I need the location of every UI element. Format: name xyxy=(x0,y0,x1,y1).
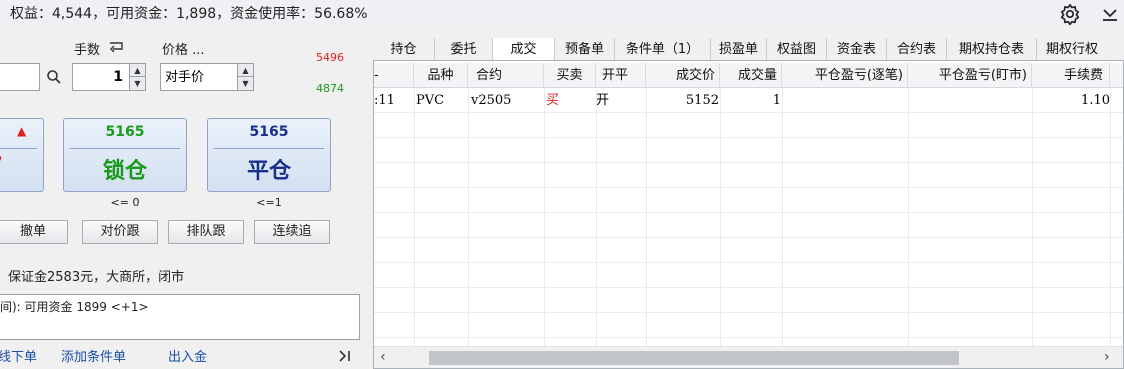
margin-info-text: 保证金2583元，大商所，闭市 xyxy=(8,270,185,285)
tab-conditional-orders[interactable]: 条件单（1） xyxy=(615,38,711,61)
qty-down-arrow-icon[interactable]: ▼ xyxy=(129,77,145,90)
close-price: 5165 xyxy=(249,124,289,140)
tab-equity-chart[interactable]: 权益图 xyxy=(767,38,827,61)
cell-contract: v2505 xyxy=(471,93,512,108)
cell-product: PVC xyxy=(416,93,445,108)
price-value: 对手价 xyxy=(165,70,205,85)
continuous-chase-button[interactable]: 连续追 xyxy=(254,220,330,244)
table-row-empty xyxy=(374,264,1123,288)
limit-down-price: 4874 xyxy=(316,82,344,95)
collapse-icon[interactable] xyxy=(338,350,352,362)
up-triangle-icon: ▲ xyxy=(17,124,27,138)
queue-follow-button[interactable]: 排队跟 xyxy=(168,220,244,244)
tab-positions[interactable]: 持仓 xyxy=(373,38,435,61)
tab-option-exercise[interactable]: 期权行权 xyxy=(1037,38,1107,61)
column-header[interactable]: 成交价 xyxy=(646,63,720,88)
price-select[interactable]: 对手价 ▲ ▼ xyxy=(160,63,254,91)
buy-open-label-fragment: ʼ xyxy=(0,153,3,179)
qty-up-arrow-icon[interactable]: ▲ xyxy=(129,64,145,77)
table-row-empty xyxy=(374,164,1123,188)
cell-price: 5152 xyxy=(685,93,719,108)
column-header[interactable]: 合约 xyxy=(468,63,544,88)
tab-contracts[interactable]: 合约表 xyxy=(887,38,947,61)
column-header[interactable]: 开平 xyxy=(596,63,646,88)
column-header[interactable]: 平仓盈亏(逐笔) xyxy=(782,63,908,88)
trades-table: - 品种 合约 买卖 开平 成交价 成交量 平仓盈亏(逐笔) 平仓盈亏(盯市) … xyxy=(373,60,1124,369)
qty-value: 1 xyxy=(113,69,123,85)
cell-pnl-market xyxy=(908,89,1032,113)
table-row-empty xyxy=(374,189,1123,213)
column-header[interactable]: - xyxy=(374,63,414,88)
records-tabbar: 持仓 委托 成交 预备单 条件单（1） 损盈单 权益图 资金表 合约表 期权持仓… xyxy=(373,38,1124,61)
tab-funds[interactable]: 资金表 xyxy=(827,38,887,61)
contract-input[interactable] xyxy=(0,63,40,91)
gear-icon[interactable] xyxy=(1059,3,1081,25)
add-condition-order-link[interactable]: 添加条件单 xyxy=(61,346,126,365)
table-row-empty xyxy=(374,114,1123,138)
limit-up-price: 5496 xyxy=(316,51,344,64)
lock-button[interactable]: 5165 锁仓 xyxy=(63,118,187,192)
close-hint: <=1 xyxy=(256,196,282,209)
lock-price: 5165 xyxy=(105,124,145,140)
table-header: - 品种 合约 买卖 开平 成交价 成交量 平仓盈亏(逐笔) 平仓盈亏(盯市) … xyxy=(374,63,1123,88)
scroll-right-arrow-icon[interactable]: › xyxy=(1104,349,1110,365)
table-row-empty xyxy=(374,214,1123,238)
scroll-left-arrow-icon[interactable]: ‹ xyxy=(380,349,386,365)
tab-option-positions[interactable]: 期权持仓表 xyxy=(947,38,1037,61)
scrollbar-thumb[interactable] xyxy=(429,351,959,365)
account-summary-bar: 权益：4,544，可用资金：1,898，资金使用率：56.68% xyxy=(0,0,1124,28)
close-button[interactable]: 5165 平仓 xyxy=(207,118,331,192)
price-down-arrow-icon[interactable]: ▼ xyxy=(237,77,253,90)
account-summary-text: 权益：4,544，可用资金：1,898，资金使用率：56.68% xyxy=(10,6,368,22)
download-icon[interactable] xyxy=(1100,4,1120,24)
tab-stop-orders[interactable]: 损盈单 xyxy=(711,38,767,61)
qty-label: 手数 xyxy=(74,43,101,58)
column-header[interactable]: 手续费 xyxy=(1032,63,1110,88)
close-label: 平仓 xyxy=(246,158,291,184)
cancel-order-button[interactable]: 撤单 xyxy=(0,220,68,244)
table-row-empty xyxy=(374,314,1123,338)
column-header[interactable]: 成交量 xyxy=(720,63,782,88)
reverse-icon[interactable] xyxy=(108,41,124,55)
lock-hint: <= 0 xyxy=(110,196,140,209)
order-panel: 手数 价格 ... 5496 4874 1 ▲ ▼ 对手价 ▲ ▼ ▲ ʼ xyxy=(0,32,363,369)
counter-follow-button[interactable]: 对价跟 xyxy=(82,220,158,244)
table-row[interactable]: :11 PVC v2505 买 开 5152 1 1.10 xyxy=(374,89,1123,113)
tab-orders[interactable]: 委托 xyxy=(435,38,493,61)
cell-pnl-trade xyxy=(782,89,908,113)
price-label[interactable]: 价格 ... xyxy=(162,39,205,58)
message-log: 间): 可用资金 1899 <+1> xyxy=(0,294,360,340)
cell-fee: 1.10 xyxy=(1081,93,1110,108)
tab-trades[interactable]: 成交 xyxy=(493,38,555,61)
column-header[interactable]: 平仓盈亏(盯市) xyxy=(908,63,1032,88)
cell-offset: 开 xyxy=(596,93,610,108)
table-row-empty xyxy=(374,139,1123,163)
table-row-empty xyxy=(374,289,1123,313)
deposit-withdraw-link[interactable]: 出入金 xyxy=(168,346,207,365)
search-icon[interactable] xyxy=(46,69,62,85)
qty-stepper[interactable]: 1 ▲ ▼ xyxy=(72,63,146,91)
table-row-empty xyxy=(374,239,1123,263)
cell-volume: 1 xyxy=(772,93,781,108)
cell-side: 买 xyxy=(546,93,560,108)
cell-time: :11 xyxy=(374,93,395,108)
buy-open-button[interactable]: ▲ ʼ xyxy=(0,118,44,192)
column-header[interactable]: 买卖 xyxy=(544,63,596,88)
panel-divider[interactable] xyxy=(363,28,373,369)
lock-label: 锁仓 xyxy=(102,158,147,184)
bottom-links: 线下单 添加条件单 出入金 xyxy=(0,346,360,368)
price-up-arrow-icon[interactable]: ▲ xyxy=(237,64,253,77)
offline-order-link[interactable]: 线下单 xyxy=(0,346,37,365)
log-line: 间): 可用资金 1899 <+1> xyxy=(0,300,149,314)
column-header[interactable]: 品种 xyxy=(414,63,468,88)
horizontal-scrollbar[interactable]: ‹ › xyxy=(374,346,1123,368)
tab-preorders[interactable]: 预备单 xyxy=(555,38,615,61)
